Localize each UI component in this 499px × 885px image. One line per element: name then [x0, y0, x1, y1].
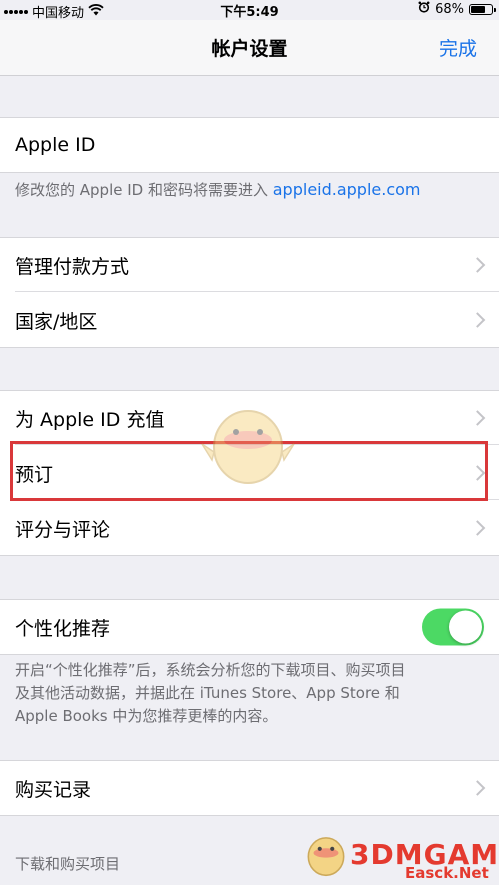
- apple-id-label: Apple ID: [15, 134, 96, 156]
- payment-group: 管理付款方式 国家/地区: [0, 237, 499, 348]
- ratings-reviews-label: 评分与评论: [15, 518, 111, 541]
- battery-icon: [469, 3, 496, 15]
- personalized-label: 个性化推荐: [15, 617, 111, 640]
- personalized-footer-line: 及其他活动数据，并据此在 iTunes Store、App Store 和: [15, 684, 400, 702]
- page-title: 帐户设置: [211, 38, 288, 60]
- manage-payment-row[interactable]: 管理付款方式: [0, 238, 499, 292]
- personalized-footer-line: 开启“个性化推荐”后，系统会分析您的下载项目、购买项目: [15, 661, 406, 679]
- chevron-right-icon: [469, 465, 486, 481]
- toggle-knob: [449, 610, 482, 644]
- appleid-link[interactable]: appleid.apple.com: [273, 180, 421, 199]
- divider: [15, 499, 499, 500]
- chevron-right-icon: [469, 257, 486, 273]
- purchase-history-label: 购买记录: [15, 778, 92, 801]
- apple-id-footer: 修改您的 Apple ID 和密码将需要进入 appleid.apple.com: [15, 178, 484, 202]
- personalized-footer-line: Apple Books 中为您推荐更棒的内容。: [15, 707, 278, 725]
- apple-id-row[interactable]: Apple ID: [0, 118, 499, 172]
- apple-id-footer-text: 修改您的 Apple ID 和密码将需要进入: [15, 181, 273, 199]
- store-group: 为 Apple ID 充值 预订 评分与评论: [0, 390, 499, 556]
- top-up-label: 为 Apple ID 充值: [15, 408, 165, 431]
- status-right: 68%: [418, 1, 496, 17]
- status-bar: 中国移动 下午5:49 68%: [0, 0, 499, 21]
- battery-percent: 68%: [435, 1, 464, 17]
- personalized-row: 个性化推荐: [0, 600, 499, 654]
- chevron-right-icon: [469, 780, 486, 796]
- chevron-right-icon: [469, 312, 486, 328]
- battery-fill: [471, 5, 485, 13]
- mascot-logo-icon: [307, 837, 345, 877]
- alarm-icon: [418, 1, 430, 17]
- purchase-history-row[interactable]: 购买记录: [0, 761, 499, 815]
- personalized-group: 个性化推荐: [0, 599, 499, 655]
- country-region-label: 国家/地区: [15, 310, 98, 333]
- navigation-bar: 帐户设置 完成: [0, 20, 499, 76]
- purchase-history-group: 购买记录: [0, 760, 499, 816]
- done-button[interactable]: 完成: [439, 34, 477, 61]
- chevron-right-icon: [469, 520, 486, 536]
- ratings-reviews-row[interactable]: 评分与评论: [0, 501, 499, 555]
- preorders-row[interactable]: 预订: [0, 446, 499, 500]
- divider: [15, 444, 499, 445]
- divider: [15, 291, 499, 292]
- watermark-site: Easck.Net: [405, 864, 489, 882]
- personalized-footer: 开启“个性化推荐”后，系统会分析您的下载项目、购买项目 及其他活动数据，并据此在…: [15, 659, 484, 728]
- personalized-toggle[interactable]: [422, 608, 484, 646]
- preorders-label: 预订: [15, 463, 54, 486]
- top-up-row[interactable]: 为 Apple ID 充值: [0, 391, 499, 445]
- chevron-right-icon: [469, 410, 486, 426]
- country-region-row[interactable]: 国家/地区: [0, 293, 499, 347]
- manage-payment-label: 管理付款方式: [15, 255, 130, 278]
- apple-id-group: Apple ID: [0, 117, 499, 173]
